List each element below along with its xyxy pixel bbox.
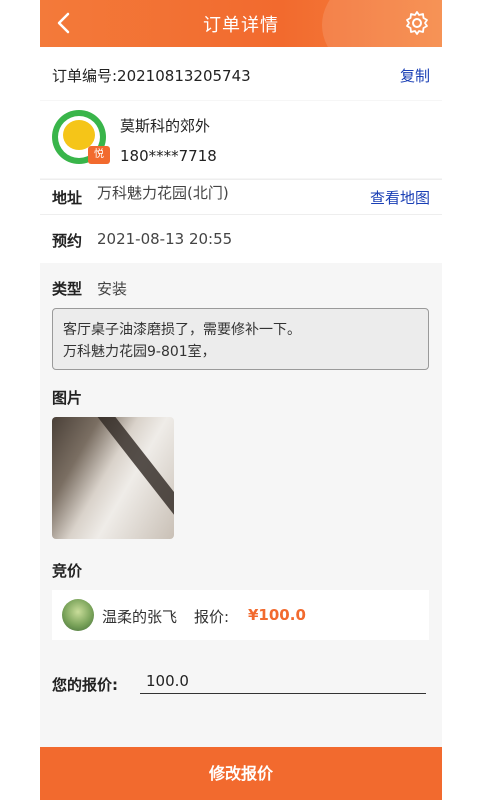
customer-phone[interactable]: 180****7718 — [120, 147, 217, 165]
copy-button[interactable]: 复制 — [400, 65, 430, 86]
bid-price-label: 报价: — [194, 608, 230, 626]
customer-avatar: 悦 — [52, 110, 110, 164]
bidder-name: 温柔的张飞 — [102, 608, 178, 626]
type-row: 类型 安装 — [40, 264, 442, 308]
description-line: 万科魅力花园9-801室， — [63, 344, 216, 360]
images-label: 图片 — [52, 389, 83, 407]
bidder-avatar — [62, 599, 94, 631]
appointment-label: 预约 — [52, 232, 83, 250]
bid-price: ¥100.0 — [248, 606, 306, 624]
your-bid-input[interactable] — [140, 668, 426, 694]
gear-icon[interactable] — [404, 10, 430, 36]
type-value: 安装 — [97, 280, 128, 298]
appointment-value: 2021-08-13 20:55 — [97, 230, 233, 248]
customer-name: 莫斯科的郊外 — [120, 117, 211, 135]
order-detail-screen: 订单详情 订单编号:20210813205743 复制 悦 莫斯科的郊外 180… — [40, 0, 442, 800]
bid-item: 温柔的张飞 报价: ¥100.0 — [52, 590, 429, 640]
type-label: 类型 — [52, 280, 83, 298]
description-line: 客厅桌子油漆磨损了，需要修补一下。 — [63, 322, 301, 338]
view-map-link[interactable]: 查看地图 — [370, 187, 430, 208]
description-box: 客厅桌子油漆磨损了，需要修补一下。 万科魅力花园9-801室， — [52, 308, 429, 370]
appointment-row: 预约 2021-08-13 20:55 — [40, 214, 442, 263]
modify-bid-button[interactable]: 修改报价 — [40, 747, 442, 800]
header-bar: 订单详情 — [40, 0, 442, 80]
address-row: 地址 万科魅力花园(北门) 查看地图 — [40, 179, 442, 214]
order-number: 订单编号:20210813205743 — [52, 67, 251, 85]
avatar-tag: 悦 — [88, 146, 110, 164]
bids-label: 竞价 — [52, 562, 83, 580]
page-title: 订单详情 — [203, 15, 279, 36]
order-photo[interactable] — [52, 417, 174, 539]
address-label: 地址 — [52, 189, 83, 207]
order-number-row: 订单编号:20210813205743 复制 — [40, 47, 442, 100]
address-value: 万科魅力花园(北门) — [97, 184, 229, 202]
your-bid-label: 您的报价: — [52, 676, 118, 694]
customer-card: 悦 莫斯科的郊外 180****7718 — [40, 101, 442, 178]
